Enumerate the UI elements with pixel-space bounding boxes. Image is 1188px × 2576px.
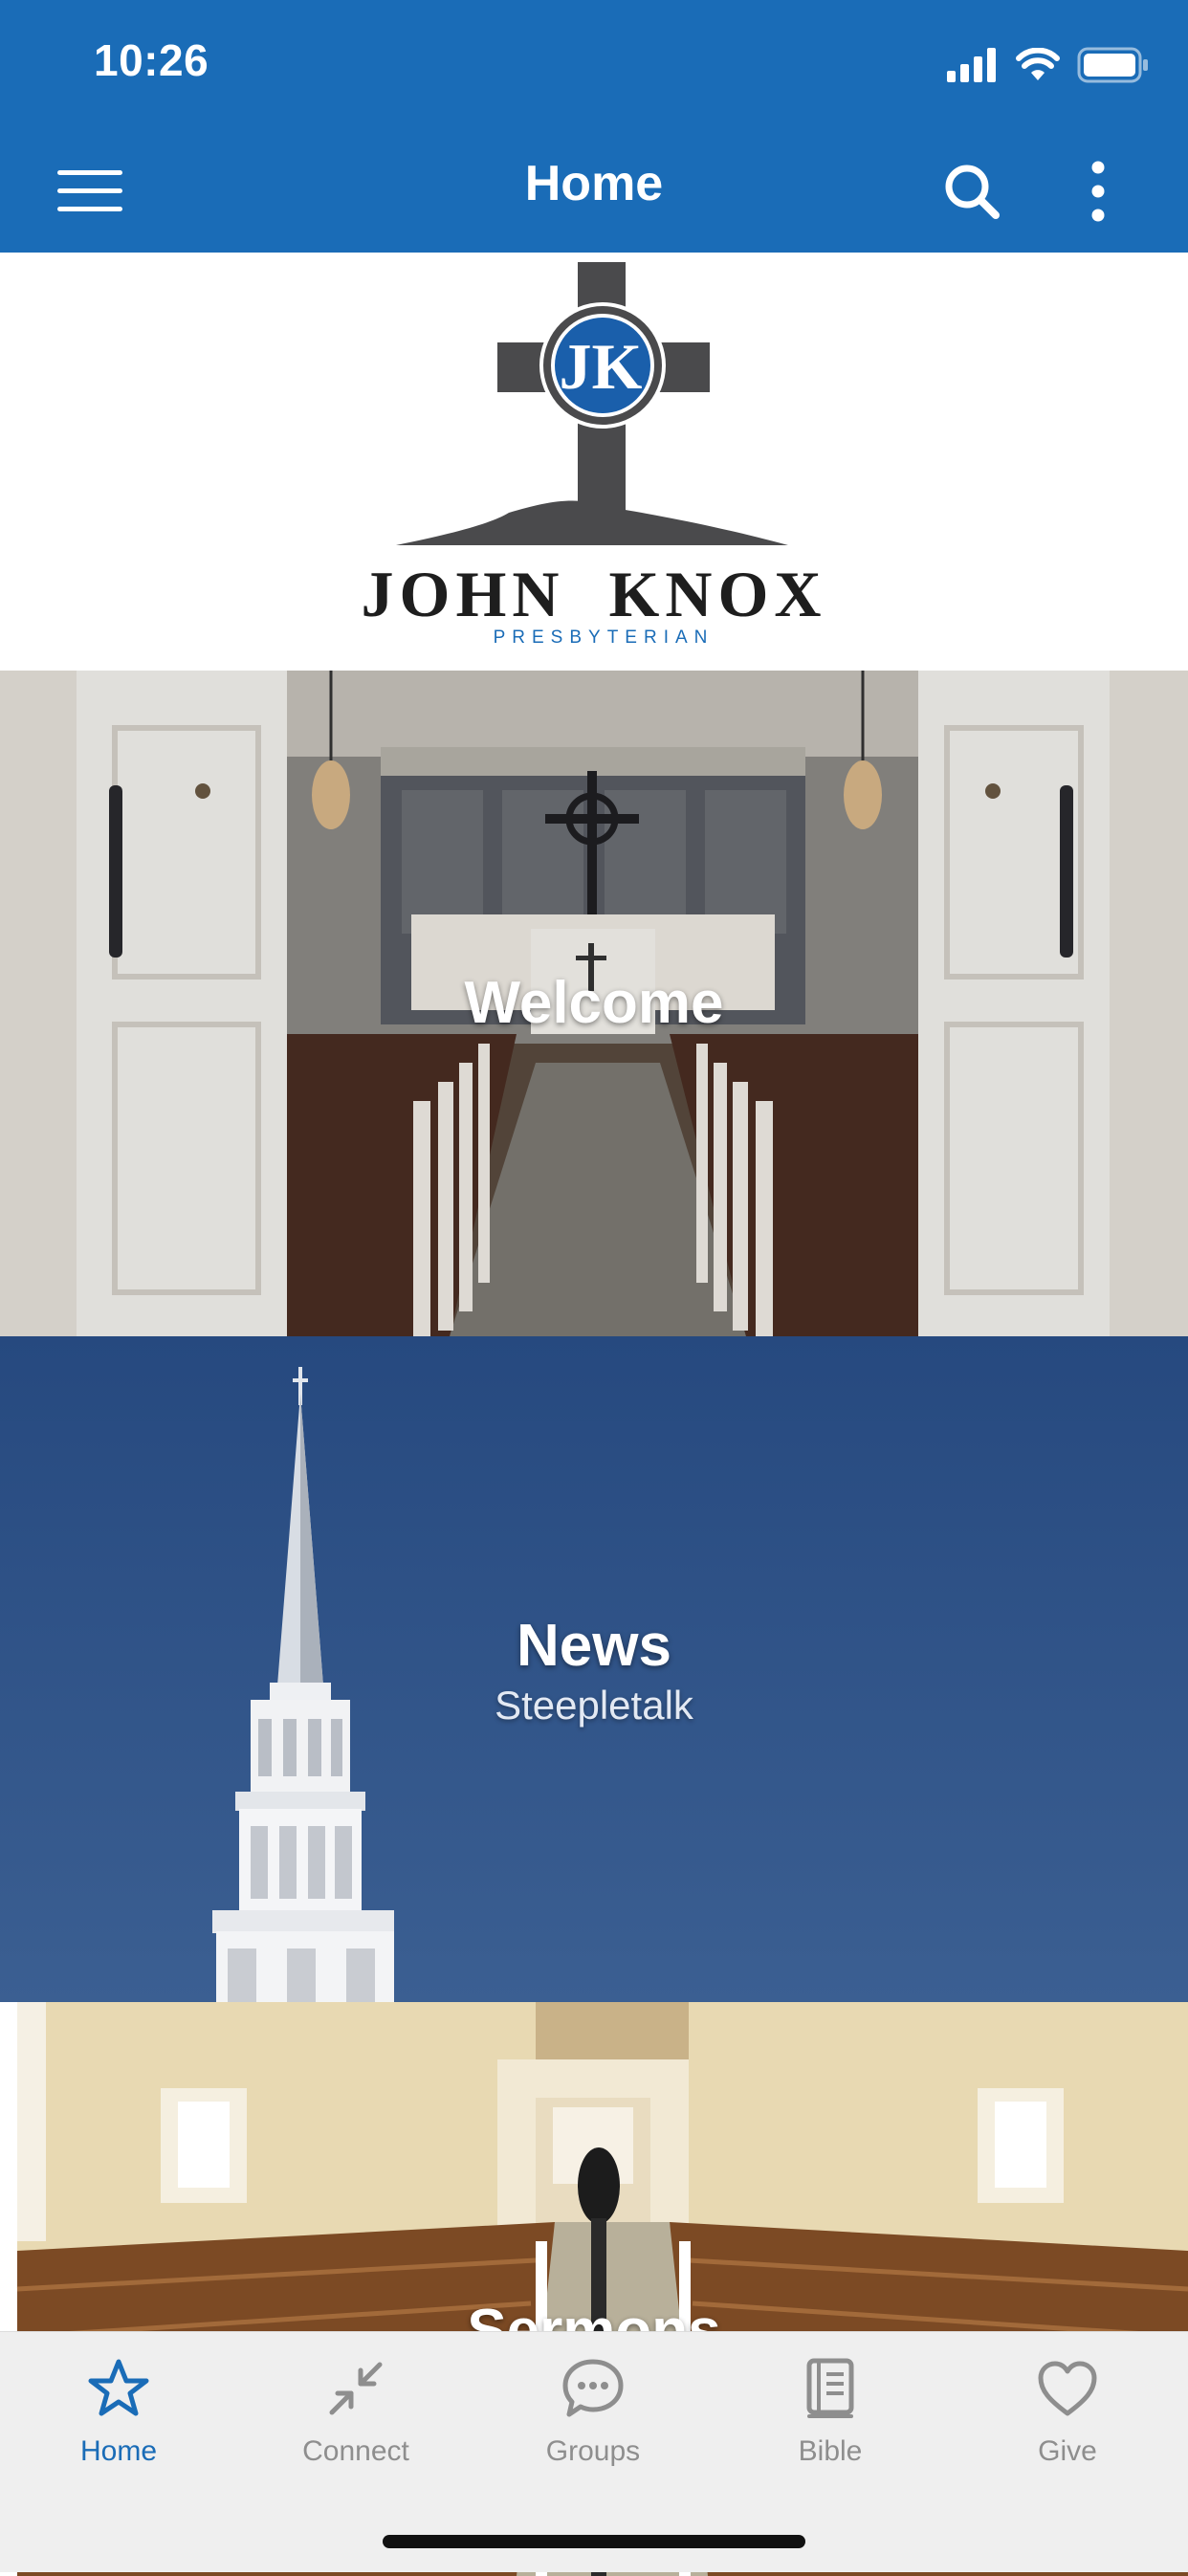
star-icon bbox=[88, 2359, 149, 2416]
wifi-icon bbox=[1016, 48, 1060, 80]
tab-give-label: Give bbox=[1038, 2435, 1097, 2467]
search-icon bbox=[945, 165, 1000, 219]
chat-bubble-icon bbox=[562, 2359, 624, 2417]
welcome-tile[interactable]: Welcome bbox=[0, 671, 1188, 1336]
heart-icon bbox=[1038, 2361, 1097, 2416]
more-options-button[interactable] bbox=[1060, 153, 1136, 230]
news-tile[interactable]: News Steepletalk bbox=[0, 1336, 1188, 2002]
tab-groups-label: Groups bbox=[545, 2435, 641, 2467]
church-logo-banner: JK JOHN KNOX PRESBYTERIAN bbox=[0, 253, 1188, 671]
news-tile-title: News bbox=[517, 1613, 671, 1679]
tab-bible[interactable]: Bible bbox=[712, 2332, 949, 2485]
cellular-signal-icon bbox=[947, 48, 996, 82]
status-icons bbox=[947, 42, 1150, 88]
welcome-tile-title: Welcome bbox=[464, 970, 724, 1036]
tab-connect[interactable]: Connect bbox=[237, 2332, 474, 2485]
tab-home-label: Home bbox=[79, 2435, 158, 2467]
top-app-bar: 10:26 Home bbox=[0, 0, 1188, 253]
logo-monogram: JK bbox=[560, 330, 643, 403]
news-tile-subtitle: Steepletalk bbox=[495, 1683, 693, 1728]
tab-home[interactable]: Home bbox=[0, 2332, 237, 2485]
tab-bible-label: Bible bbox=[798, 2435, 863, 2467]
status-time: 10:26 bbox=[94, 35, 209, 85]
church-name: JOHN KNOX bbox=[361, 558, 827, 630]
home-indicator[interactable] bbox=[383, 2535, 805, 2548]
church-logo-cross: JK bbox=[396, 262, 788, 545]
search-button[interactable] bbox=[934, 153, 1010, 230]
connect-arrows-icon bbox=[329, 2362, 383, 2415]
tab-groups[interactable]: Groups bbox=[474, 2332, 712, 2485]
church-denomination: PRESBYTERIAN bbox=[493, 627, 715, 648]
battery-icon bbox=[1077, 47, 1148, 83]
tab-connect-label: Connect bbox=[302, 2435, 409, 2467]
more-vertical-icon bbox=[1091, 161, 1105, 222]
tab-give[interactable]: Give bbox=[949, 2332, 1186, 2485]
book-icon bbox=[806, 2358, 854, 2418]
